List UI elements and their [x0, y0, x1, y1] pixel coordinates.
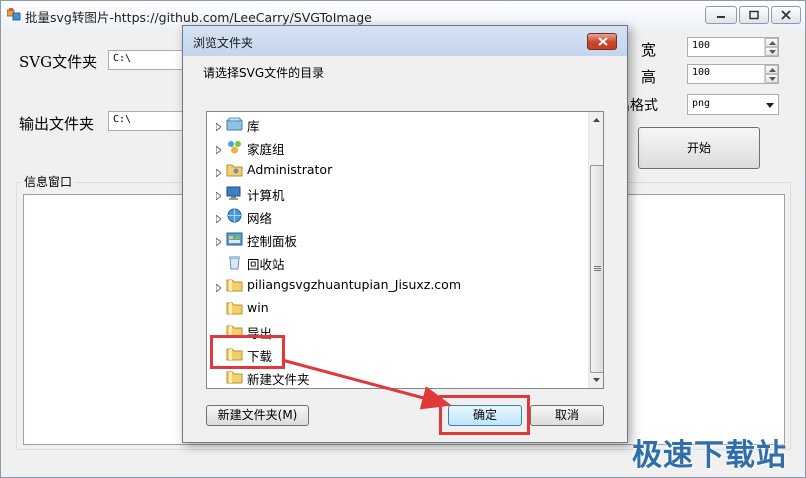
watermark: 极速下载站 [632, 438, 787, 473]
annotation-arrow [281, 358, 452, 410]
